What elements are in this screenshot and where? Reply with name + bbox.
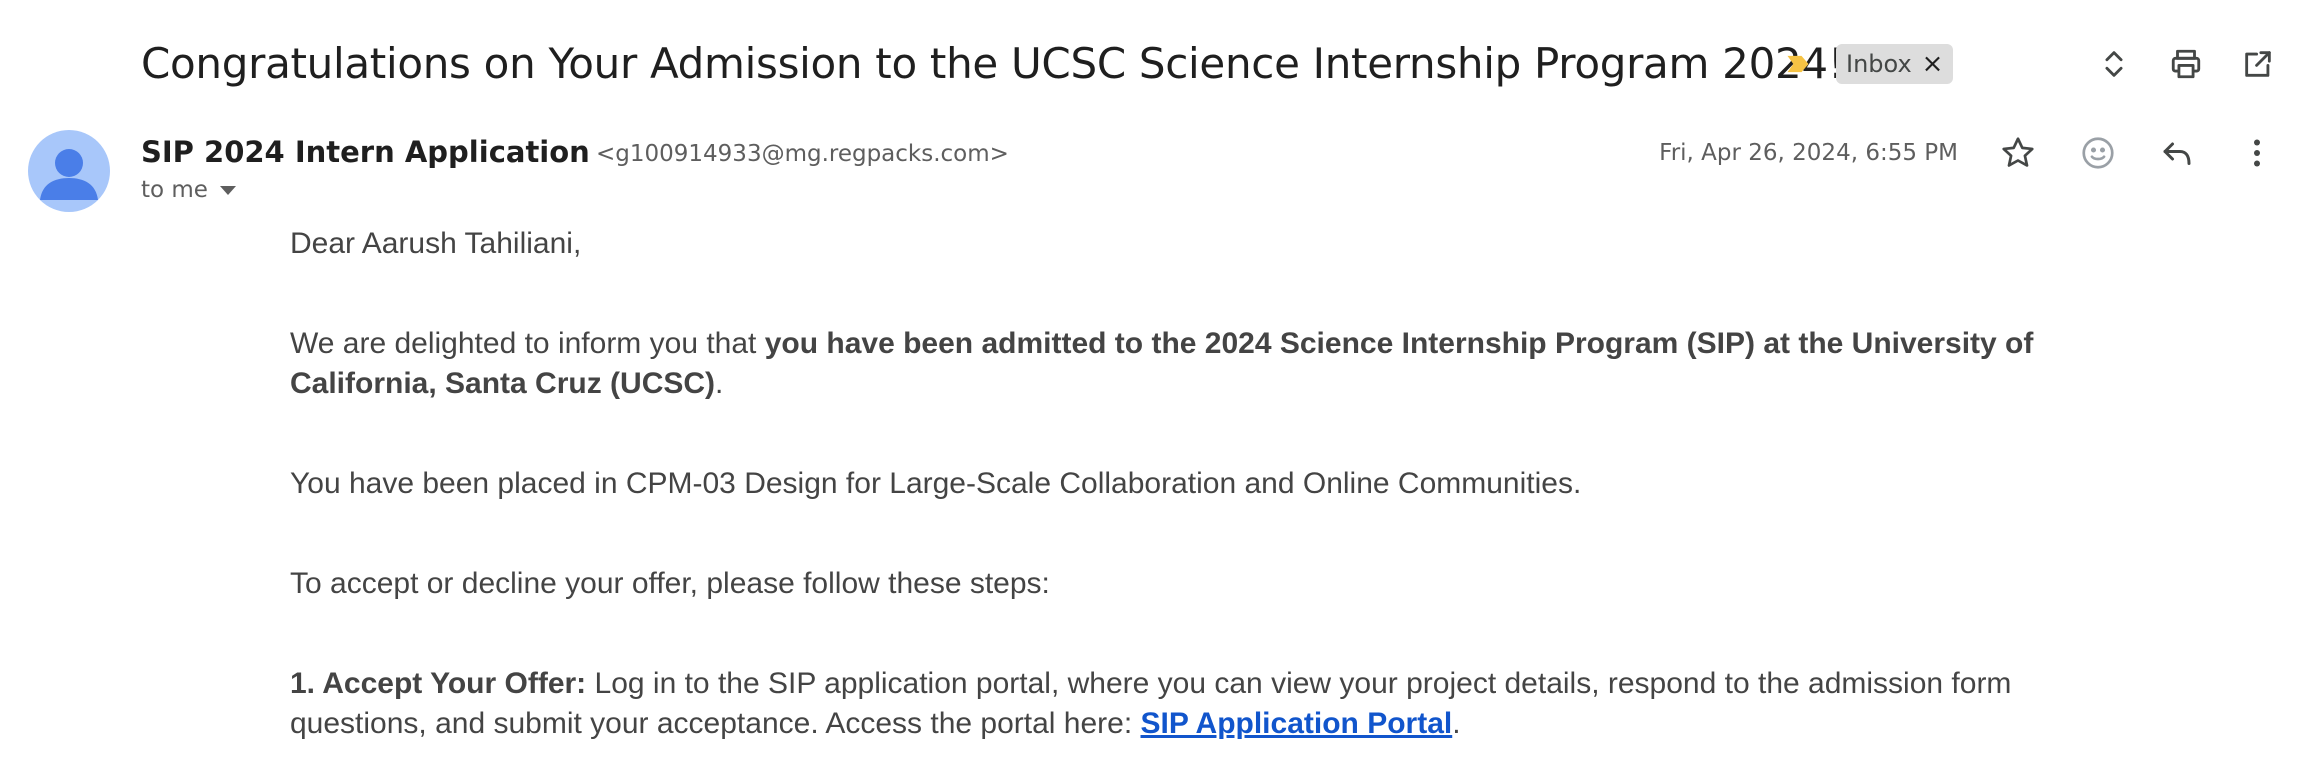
- greeting: Dear Aarush Tahiliani,: [290, 227, 582, 260]
- chevron-down-icon: [219, 185, 236, 195]
- email-subject: Congratulations on Your Admission to the…: [141, 39, 1845, 88]
- inbox-label-text: Inbox: [1846, 50, 1912, 78]
- sip-portal-link[interactable]: SIP Application Portal: [1141, 707, 1453, 740]
- admission-paragraph: We are delighted to inform you that you …: [290, 327, 2034, 400]
- sender-name: SIP 2024 Intern Application: [141, 135, 590, 169]
- print-icon[interactable]: [2164, 42, 2208, 86]
- inbox-label-chip: Inbox ×: [1836, 44, 1954, 84]
- emoji-reaction-icon[interactable]: [2075, 130, 2121, 176]
- unfold-more-icon[interactable]: [2092, 42, 2136, 86]
- more-vert-icon[interactable]: [2234, 130, 2280, 176]
- sender-email: <g100914933@mg.regpacks.com>: [596, 141, 1009, 167]
- label-important-icon[interactable]: [1784, 50, 1812, 78]
- step-1-title: 1. Accept Your Offer:: [290, 667, 587, 700]
- avatar[interactable]: [28, 130, 110, 212]
- email-body: Dear Aarush Tahiliani, We are delighted …: [290, 224, 2080, 744]
- reply-icon[interactable]: [2154, 130, 2200, 176]
- recipient-details-toggle[interactable]: to me: [141, 177, 236, 203]
- star-icon[interactable]: [1995, 130, 2041, 176]
- step-1-paragraph: 1. Accept Your Offer: Log in to the SIP …: [290, 667, 2012, 740]
- recipient-label: to me: [141, 177, 208, 203]
- email-date: Fri, Apr 26, 2024, 6:55 PM: [1659, 140, 1958, 166]
- placement-paragraph: You have been placed in CPM-03 Design fo…: [290, 467, 1582, 500]
- instructions-paragraph: To accept or decline your offer, please …: [290, 567, 1050, 600]
- remove-label-button[interactable]: ×: [1922, 51, 1944, 77]
- open-in-new-icon[interactable]: [2236, 42, 2280, 86]
